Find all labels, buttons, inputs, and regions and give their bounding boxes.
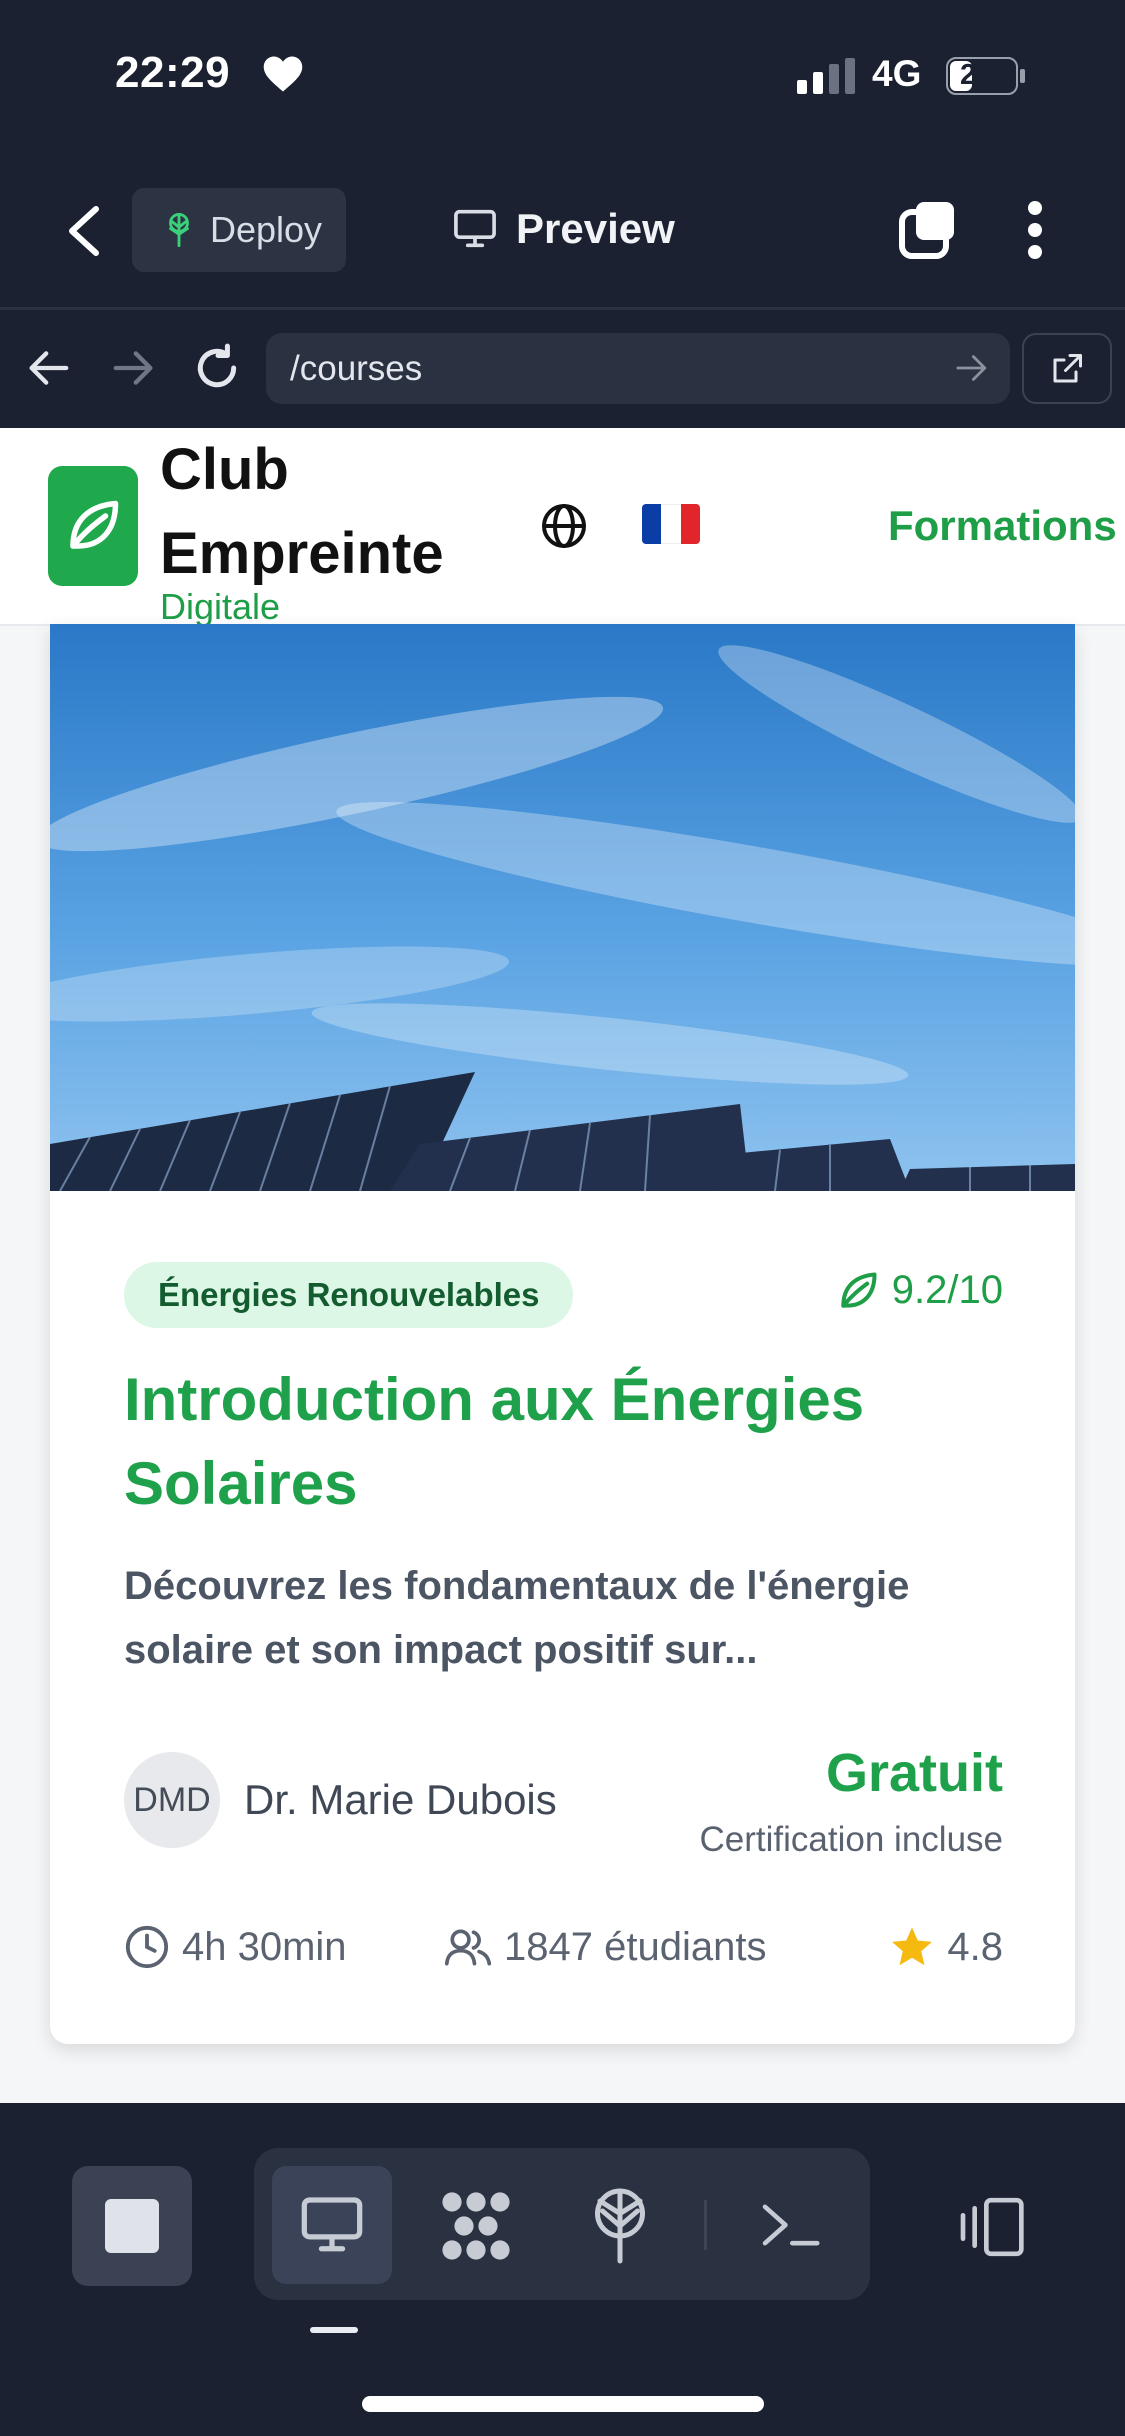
arrow-right-icon[interactable] — [112, 348, 156, 388]
network-label: 4G — [872, 53, 922, 94]
back-chevron-icon[interactable] — [64, 205, 104, 257]
course-image-solar-panels — [50, 624, 1075, 1191]
students-meta: 1847 étudiants — [444, 1924, 766, 1970]
star-icon — [892, 1927, 933, 1966]
course-price: Gratuit — [825, 1743, 1003, 1803]
rating-value: 4.8 — [947, 1924, 1003, 1969]
brand-name-line3: Digitale — [160, 586, 281, 627]
students-value: 1847 étudiants — [504, 1924, 767, 1969]
certification-note: Certification incluse — [699, 1820, 1003, 1859]
rating-meta: 4.8 — [889, 1924, 1003, 1970]
site-logo[interactable] — [48, 466, 138, 586]
monitor-icon — [454, 209, 496, 248]
preview-label: Preview — [516, 205, 675, 252]
apps-grid-icon[interactable] — [440, 2190, 512, 2262]
deploy-label: Deploy — [210, 209, 323, 250]
duration-meta: 4h 30min — [124, 1924, 347, 1970]
header-divider — [0, 307, 1125, 310]
toolbar-separator — [704, 2200, 707, 2250]
deploy-icon — [169, 213, 189, 247]
home-indicator — [362, 2396, 764, 2412]
more-options-icon[interactable] — [1020, 200, 1050, 260]
external-link-icon — [1053, 353, 1082, 382]
clock-icon — [125, 1925, 169, 1969]
nav-link-formations[interactable]: Formations — [888, 502, 1117, 550]
battery-icon: 25 — [946, 57, 1026, 95]
users-icon — [444, 1929, 492, 1966]
status-time: 22:29 — [115, 48, 231, 97]
arrow-left-icon[interactable] — [26, 348, 70, 388]
reload-icon[interactable] — [192, 342, 242, 394]
course-card[interactable]: Énergies Renouvelables 9.2/10 Introducti… — [50, 624, 1075, 2044]
signal-icon — [797, 58, 855, 94]
stop-icon — [105, 2199, 159, 2253]
eco-score-value: 9.2/10 — [891, 1268, 1003, 1312]
monitor-icon — [301, 2197, 363, 2252]
url-input[interactable]: /courses — [266, 333, 1010, 404]
stop-button[interactable] — [72, 2166, 192, 2286]
author-avatar: DMD — [124, 1752, 220, 1848]
go-arrow-icon[interactable] — [955, 352, 989, 384]
course-description: Découvrez les fondamentaux de l'énergie … — [124, 1564, 910, 1672]
course-title[interactable]: Introduction aux Énergies Solaires — [124, 1358, 1004, 1526]
category-badge: Énergies Renouvelables — [124, 1262, 574, 1328]
open-external-button[interactable] — [1022, 333, 1112, 404]
globe-icon[interactable] — [540, 502, 588, 550]
deploy-tree-icon[interactable] — [590, 2188, 650, 2264]
author-name: Dr. Marie Dubois — [244, 1776, 557, 1823]
duration-value: 4h 30min — [182, 1924, 347, 1969]
web-viewport: Club Empreinte Digitale Formations Énerg… — [0, 428, 1125, 2103]
active-view-indicator — [310, 2327, 358, 2333]
brand-name-line1: Club — [160, 437, 289, 502]
eco-score: 9.2/10 — [836, 1268, 1003, 1313]
battery-level: 25 — [960, 59, 993, 91]
brand-name-line2: Empreinte — [160, 521, 444, 586]
device-rotate-icon[interactable] — [956, 2196, 1026, 2258]
tabs-icon[interactable] — [898, 198, 958, 262]
terminal-icon[interactable] — [760, 2200, 820, 2250]
site-navbar: Club Empreinte Digitale Formations — [0, 428, 1125, 627]
french-flag-icon[interactable] — [642, 504, 700, 544]
preview-tab[interactable]: Preview — [452, 205, 675, 253]
leaf-icon — [70, 500, 119, 549]
deploy-button[interactable]: Deploy — [132, 188, 346, 272]
heart-icon — [263, 56, 303, 92]
leaf-icon — [841, 1271, 877, 1308]
